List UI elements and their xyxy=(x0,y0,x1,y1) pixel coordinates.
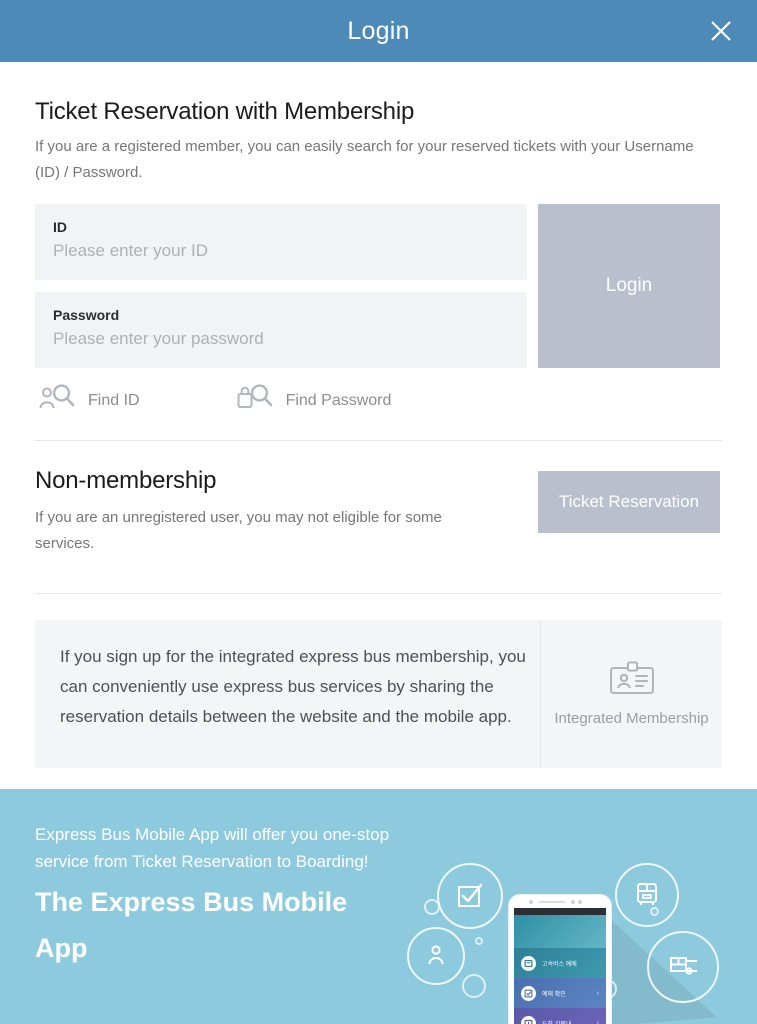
ticket-reservation-button[interactable]: Ticket Reservation xyxy=(538,471,720,533)
banner-illustration: 고속버스 예매 예매 확인 › › xyxy=(397,789,757,1024)
integrated-membership-box: If you sign up for the integrated expres… xyxy=(35,620,722,768)
phone-camera-icon xyxy=(529,900,533,904)
nonmembership-section: Non-membership If you are an unregistere… xyxy=(0,467,757,567)
lock-search-icon xyxy=(236,383,274,418)
password-field-wrapper[interactable]: Password xyxy=(35,292,527,368)
password-field-label: Password xyxy=(53,307,120,323)
integrated-membership-text: If you sign up for the integrated expres… xyxy=(60,647,526,726)
phone-menu-item: 예매 확인 › xyxy=(514,978,606,1008)
divider-2 xyxy=(35,593,722,594)
membership-description: If you are a registered member, you can … xyxy=(35,138,694,181)
checkbox-circle-icon xyxy=(437,863,503,929)
phone-menu-label: 예매 확인 xyxy=(542,991,566,998)
decor-dot-1 xyxy=(424,899,440,915)
decor-dot-2 xyxy=(475,937,483,945)
ticket-icon xyxy=(521,955,536,971)
modal-header: Login xyxy=(0,0,757,62)
phone-sensor-2 xyxy=(578,900,582,904)
nonmembership-description: If you are an unregistered user, you may… xyxy=(35,509,442,552)
divider-1 xyxy=(35,440,722,441)
phone-sensor-1 xyxy=(571,900,575,904)
phone-screen: 고속버스 예매 예매 확인 › › xyxy=(514,908,606,1024)
chevron-right-icon: › xyxy=(596,989,599,997)
phone-menu-item: 도착·간편내 › xyxy=(514,1008,606,1024)
modal-body: Ticket Reservation with Membership If yo… xyxy=(0,62,757,768)
check-icon xyxy=(521,985,536,1001)
id-card-icon xyxy=(609,661,655,700)
close-icon xyxy=(708,18,734,44)
person-search-icon xyxy=(38,383,76,418)
phone-menu-label: 고속버스 예매 xyxy=(542,961,577,968)
mobile-app-banner[interactable]: Express Bus Mobile App will offer you on… xyxy=(0,789,757,1024)
id-field-label: ID xyxy=(53,219,67,235)
membership-title: Ticket Reservation with Membership xyxy=(35,98,415,125)
find-id-label: Find ID xyxy=(88,391,140,409)
banner-text-block: Express Bus Mobile App will offer you on… xyxy=(35,821,395,971)
decor-dot-3 xyxy=(462,974,486,998)
phone-menu-item: 고속버스 예매 xyxy=(514,948,606,978)
phone-top-bezel xyxy=(509,895,611,908)
seat-layout-circle-icon xyxy=(647,931,719,1003)
id-input[interactable] xyxy=(53,236,509,261)
bus-circle-icon xyxy=(615,863,679,927)
membership-section: Ticket Reservation with Membership If yo… xyxy=(0,62,757,418)
close-button[interactable] xyxy=(701,11,741,51)
integrated-membership-link[interactable]: Integrated Membership xyxy=(540,620,722,768)
phone-menu-label: 도착·간편내 xyxy=(542,1019,572,1024)
login-form: ID Password Login xyxy=(0,204,757,369)
page-title: Login xyxy=(347,16,410,45)
phone-speaker xyxy=(539,901,565,903)
banner-headline: The Express Bus Mobile App xyxy=(35,887,348,963)
find-id-link[interactable]: Find ID xyxy=(38,383,140,418)
banner-lead: Express Bus Mobile App will offer you on… xyxy=(35,825,390,871)
find-password-link[interactable]: Find Password xyxy=(236,383,392,418)
credential-fields: ID Password xyxy=(35,204,527,380)
login-modal: Login Ticket Reservation with Membership… xyxy=(0,0,757,1024)
phone-hero-image xyxy=(514,915,606,948)
login-button[interactable]: Login xyxy=(538,204,720,368)
decor-dot-5 xyxy=(650,907,659,916)
integrated-membership-label: Integrated Membership xyxy=(554,710,709,727)
phone-mockup: 고속버스 예매 예매 확인 › › xyxy=(509,895,611,1024)
info-icon xyxy=(521,1015,536,1024)
phone-status-bar xyxy=(514,908,606,915)
find-links: Find ID Find Password xyxy=(38,383,757,418)
chevron-right-icon: › xyxy=(596,1019,599,1024)
person-circle-icon xyxy=(407,927,465,985)
id-field-wrapper[interactable]: ID xyxy=(35,204,527,280)
password-input[interactable] xyxy=(53,324,509,349)
find-password-label: Find Password xyxy=(285,391,392,409)
